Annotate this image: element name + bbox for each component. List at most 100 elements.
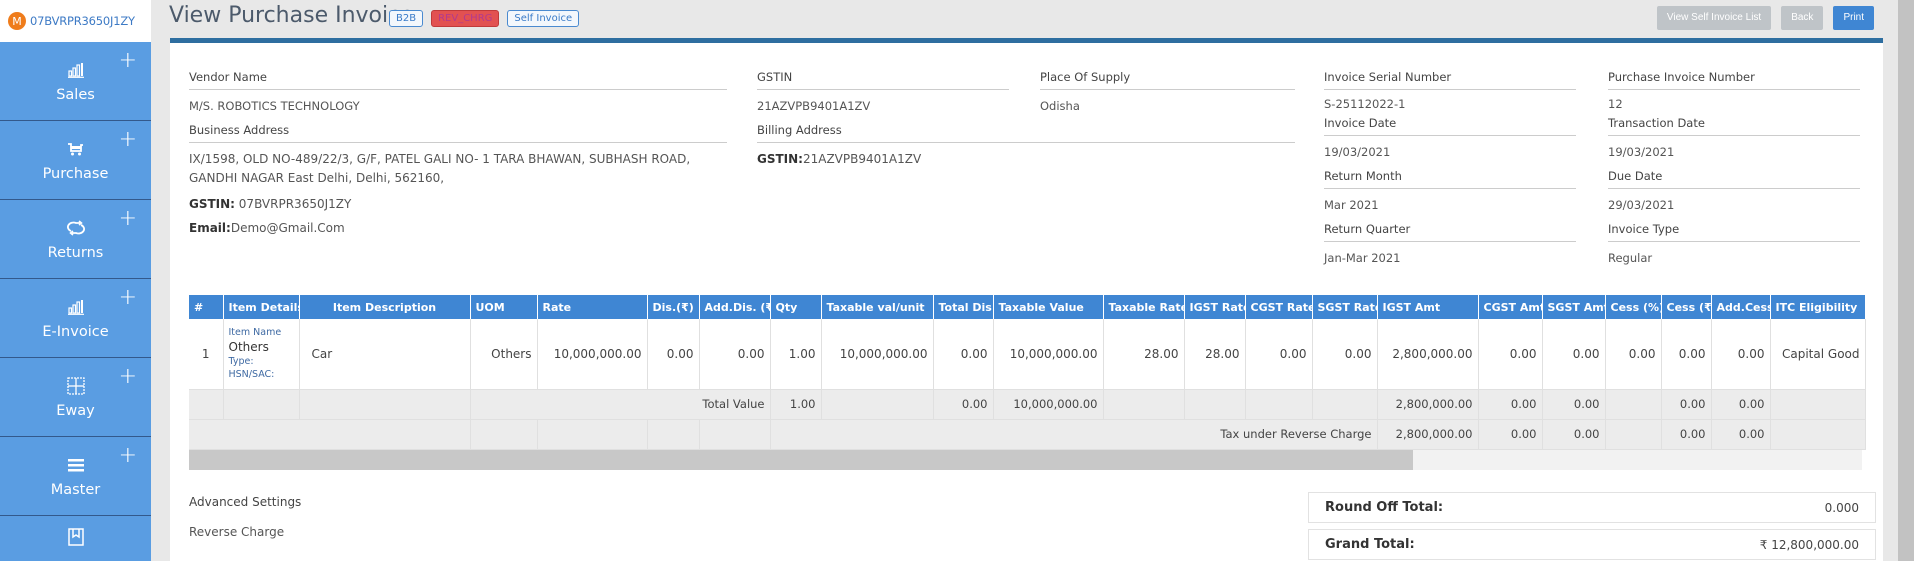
col-header-sgst-amt: SGST Amt xyxy=(1542,295,1606,319)
round-off-label: Round Off Total: xyxy=(1325,500,1444,515)
business-address-field: Business Address IX/1598, OLD NO-489/22/… xyxy=(189,123,727,188)
cell-igst-amt: 2,800,000.00 xyxy=(1377,319,1479,390)
purchase-invoice-number-value: 12 xyxy=(1608,97,1623,111)
rc-igst-amt: 2,800,000.00 xyxy=(1377,419,1479,450)
sidebar-item-master[interactable]: + Master xyxy=(0,437,151,516)
cell-add-cess: 0.00 xyxy=(1711,319,1771,390)
cell-cgst-rate: 0.00 xyxy=(1245,319,1313,390)
grand-total-box: Grand Total: ₹ 12,800,000.00 xyxy=(1308,529,1876,560)
total-qty: 1.00 xyxy=(770,389,822,420)
transaction-date-label: Transaction Date xyxy=(1608,116,1860,136)
page-title: View Purchase Invoice xyxy=(169,3,414,28)
cell-no: 1 xyxy=(189,319,224,390)
sidebar-item-e-invoice[interactable]: + E-Invoice xyxy=(0,279,151,358)
col-header-qty: Qty xyxy=(770,295,822,319)
invoice-date-label: Invoice Date xyxy=(1324,116,1576,136)
sidebar-item-returns[interactable]: + Returns xyxy=(0,200,151,279)
cell-rate: 10,000,000.00 xyxy=(537,319,648,390)
return-month-field: Return Month Mar 2021 xyxy=(1324,169,1576,215)
business-address-value: IX/1598, OLD NO-489/22/3, G/F, PATEL GAL… xyxy=(189,152,691,185)
cell-taxable-unit: 10,000,000.00 xyxy=(821,319,934,390)
sidebar-item-reports[interactable] xyxy=(0,516,151,556)
due-date-label: Due Date xyxy=(1608,169,1860,189)
sidebar-item-label: Sales xyxy=(56,87,95,103)
back-button[interactable]: Back xyxy=(1781,6,1824,30)
rc-cgst-amt: 0.00 xyxy=(1478,419,1543,450)
transaction-date-value: 19/03/2021 xyxy=(1608,145,1675,159)
invoice-date-field: Invoice Date 19/03/2021 xyxy=(1324,116,1576,162)
vendor-email-label: Email: xyxy=(189,221,231,235)
items-table-container: # Item Details Item Description UOM Rate… xyxy=(189,295,1866,470)
vendor-name-field: Vendor Name M/S. ROBOTICS TECHNOLOGY xyxy=(189,70,727,116)
account-switcher[interactable]: M 07BVRPR3650J1ZY xyxy=(0,0,151,42)
sidebar-item-label: Purchase xyxy=(42,166,109,182)
item-hsn-label: HSN/SAC: xyxy=(228,369,275,381)
invoice-serial-value: S-25112022-1 xyxy=(1324,97,1406,111)
rc-sgst-amt: 0.00 xyxy=(1542,419,1606,450)
invoice-type-label: Invoice Type xyxy=(1608,222,1860,242)
place-of-supply-label: Place Of Supply xyxy=(1040,70,1295,90)
add-purchase-icon[interactable]: + xyxy=(119,129,137,151)
page-scrollbar[interactable] xyxy=(1898,0,1914,561)
reverse-charge-tax-row: Tax under Reverse Charge 2,800,000.00 0.… xyxy=(189,419,1866,450)
billing-address-label: Billing Address xyxy=(757,123,1295,143)
cell-item-details: Item Name Others Type: HSN/SAC: xyxy=(223,319,300,390)
advanced-settings-heading: Advanced Settings xyxy=(189,495,302,509)
buyer-gstin-value: 21AZVPB9401A1ZV xyxy=(757,99,871,113)
rc-add-cess: 0.00 xyxy=(1711,419,1771,450)
items-table: # Item Details Item Description UOM Rate… xyxy=(189,295,1866,450)
self-invoice-badge: Self Invoice xyxy=(507,10,580,27)
round-off-value: 0.000 xyxy=(1824,500,1859,515)
total-value-label: Total Value xyxy=(470,389,771,420)
cell-sgst-amt: 0.00 xyxy=(1542,319,1606,390)
add-e-invoice-icon[interactable]: + xyxy=(119,287,137,309)
col-header-cgst-amt: CGST Amt xyxy=(1478,295,1543,319)
page-header: View Purchase Invoice B2B REV_CHRG Self … xyxy=(151,0,1874,38)
cell-igst-rate: 28.00 xyxy=(1184,319,1246,390)
vendor-name-label: Vendor Name xyxy=(189,70,727,90)
table-horizontal-scrollbar[interactable] xyxy=(189,449,1862,470)
cell-cess-pct: 0.00 xyxy=(1605,319,1662,390)
col-header-total-dis: Total Dis. xyxy=(933,295,994,319)
billing-address-field: Billing Address GSTIN:21AZVPB9401A1ZV xyxy=(757,123,1295,169)
print-button[interactable]: Print xyxy=(1833,6,1874,30)
scrollbar-thumb[interactable] xyxy=(189,449,1413,470)
item-type-label: Type: xyxy=(228,356,254,368)
buyer-gstin-label: GSTIN xyxy=(757,70,1009,90)
add-eway-icon[interactable]: + xyxy=(119,366,137,388)
avatar: M xyxy=(8,12,26,30)
grand-total-value: ₹ 12,800,000.00 xyxy=(1759,537,1859,552)
sidebar-item-sales[interactable]: + Sales xyxy=(0,42,151,121)
menu-icon xyxy=(65,454,87,476)
add-returns-icon[interactable]: + xyxy=(119,208,137,230)
add-sales-icon[interactable]: + xyxy=(119,50,137,72)
total-igst-amt: 2,800,000.00 xyxy=(1377,389,1479,420)
col-header-item-details: Item Details xyxy=(223,295,300,319)
table-header-row: # Item Details Item Description UOM Rate… xyxy=(189,295,1866,319)
cell-cess-amt: 0.00 xyxy=(1661,319,1712,390)
col-header-cgst-rate: CGST Rate xyxy=(1245,295,1313,319)
reverse-charge-label: Reverse Charge xyxy=(189,525,285,539)
place-of-supply-field: Place Of Supply Odisha xyxy=(1040,70,1295,116)
total-add-cess: 0.00 xyxy=(1711,389,1771,420)
view-self-invoice-list-button[interactable]: View Self Invoice List xyxy=(1656,6,1772,30)
sidebar-item-purchase[interactable]: + Purchase xyxy=(0,121,151,200)
cell-cgst-amt: 0.00 xyxy=(1478,319,1543,390)
invoice-type-field: Invoice Type Regular xyxy=(1608,222,1860,268)
sidebar: M 07BVRPR3650J1ZY + Sales + Purchase + R… xyxy=(0,0,151,561)
round-off-total-box: Round Off Total: 0.000 xyxy=(1308,492,1876,523)
sidebar-item-label: Master xyxy=(50,482,101,498)
account-gstin[interactable]: 07BVRPR3650J1ZY xyxy=(30,14,135,28)
cell-sgst-rate: 0.00 xyxy=(1312,319,1378,390)
col-header-taxable-unit: Taxable val/unit xyxy=(821,295,934,319)
total-sgst-amt: 0.00 xyxy=(1542,389,1606,420)
vendor-email-field: Email:Demo@Gmail.Com xyxy=(189,212,727,238)
vendor-gstin-label: GSTIN: xyxy=(189,197,235,211)
col-header-cess-amt: Cess (₹) xyxy=(1661,295,1712,319)
col-header-taxable-rate: Taxable Rate xyxy=(1103,295,1185,319)
sidebar-item-eway[interactable]: + Eway xyxy=(0,358,151,437)
header-actions: View Self Invoice List Back Print xyxy=(1656,6,1874,30)
table-row: 1 Item Name Others Type: HSN/SAC: Car Ot… xyxy=(189,319,1866,390)
invoice-serial-label: Invoice Serial Number xyxy=(1324,70,1576,90)
add-master-icon[interactable]: + xyxy=(119,445,137,467)
